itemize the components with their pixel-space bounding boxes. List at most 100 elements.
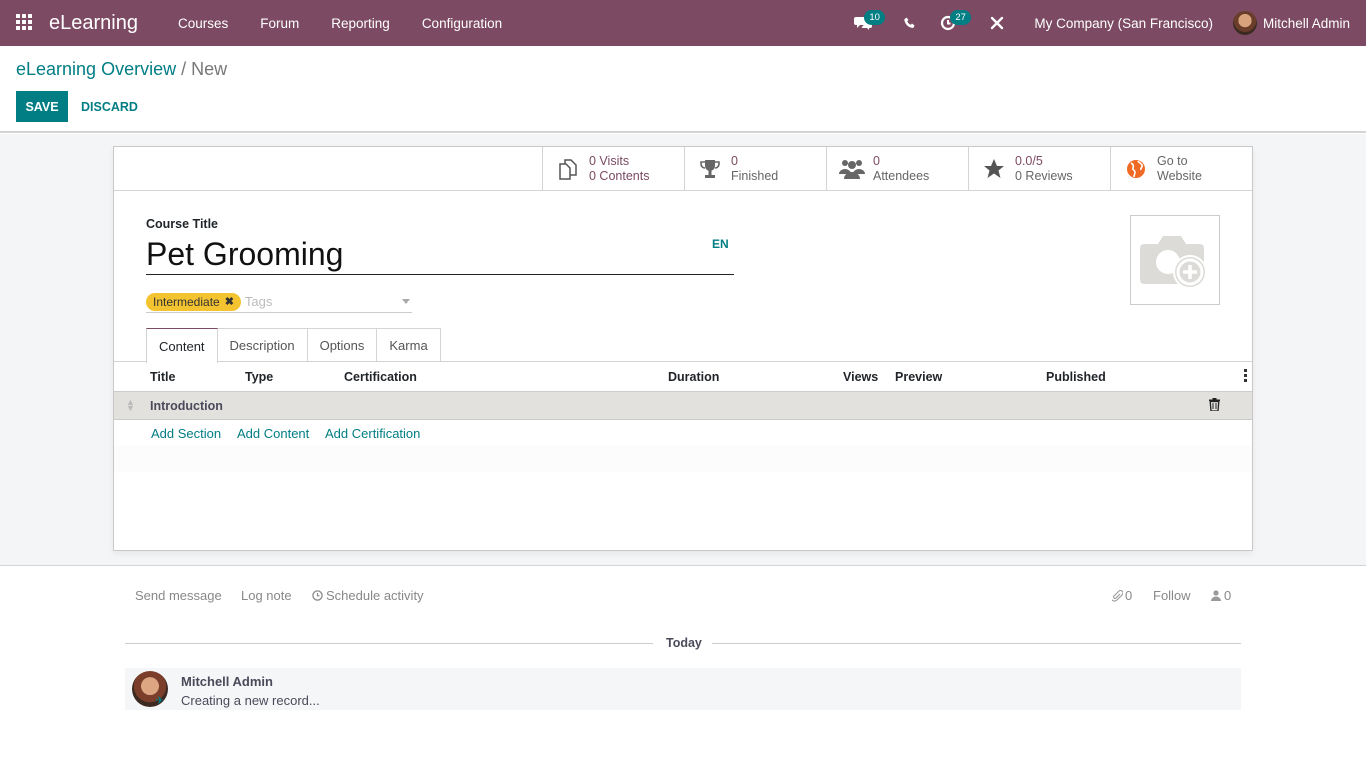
user-icon: [1211, 590, 1221, 601]
log-note-button[interactable]: Log note: [241, 588, 292, 603]
stat-label: 0 Contents: [589, 168, 650, 183]
camera-plus-icon: [1140, 236, 1207, 289]
stat-button-website[interactable]: Go to Website: [1110, 147, 1252, 190]
date-separator: Today: [666, 636, 702, 650]
course-title-input[interactable]: Pet Grooming: [146, 235, 734, 275]
stat-value: Go to: [1157, 153, 1188, 168]
message-body: Creating a new record...: [181, 693, 320, 708]
attachments-button[interactable]: 0: [1112, 588, 1132, 603]
tag-badge: Intermediate ✖: [146, 292, 241, 311]
stat-value: 0: [873, 153, 880, 168]
tab-content[interactable]: Content: [146, 328, 218, 363]
messages-badge: 10: [864, 10, 885, 25]
attachments-count: 0: [1125, 588, 1133, 603]
app-brand[interactable]: eLearning: [49, 12, 138, 35]
tab-karma[interactable]: Karma: [376, 328, 441, 362]
top-navbar: eLearning Courses Forum Reporting Config…: [0, 0, 1366, 46]
date-divider-left: [125, 643, 653, 644]
save-button[interactable]: SAVE: [16, 91, 68, 122]
stat-value: 0.0/5: [1015, 153, 1043, 168]
paperclip-icon: [1112, 589, 1123, 602]
schedule-activity-button[interactable]: Schedule activity: [312, 588, 424, 603]
debug-tools-button[interactable]: [968, 0, 1016, 46]
stat-button-visits[interactable]: 0 Visits 0 Contents: [542, 147, 684, 190]
stat-value: 0 Visits: [589, 153, 630, 168]
globe-icon: [1123, 156, 1149, 182]
tabs-divider: [114, 361, 1252, 362]
followers-count: 0: [1224, 588, 1232, 603]
stat-label: Website: [1157, 168, 1202, 183]
phone-icon: [904, 17, 915, 28]
content-table-header: Title Type Certification Duration Views …: [114, 363, 1252, 391]
form-sheet: 0 Visits 0 Contents 0 Finished 0 Attende…: [113, 146, 1253, 551]
breadcrumb: eLearning Overview / New: [16, 59, 227, 80]
optional-columns-icon[interactable]: [1244, 369, 1247, 382]
messaging-menu[interactable]: 10: [842, 0, 885, 46]
activity-menu[interactable]: 27: [928, 0, 971, 46]
breadcrumb-separator: /: [181, 59, 187, 79]
stat-value: 0: [731, 153, 738, 168]
section-title: Introduction: [150, 399, 223, 413]
voip-button[interactable]: [884, 0, 928, 46]
menu-reporting[interactable]: Reporting: [315, 16, 406, 31]
clock-icon: [312, 590, 323, 601]
send-message-button[interactable]: Send message: [135, 588, 222, 603]
column-header-preview[interactable]: Preview: [895, 370, 942, 384]
stat-label: Attendees: [873, 168, 930, 183]
add-content-link[interactable]: Add Content: [237, 426, 309, 441]
add-line-row: Add Section Add Content Add Certificatio…: [114, 420, 1252, 472]
breadcrumb-current: New: [191, 59, 228, 79]
systray: 10 27 My Company (San Francisco) Mitchel…: [842, 0, 1366, 46]
tab-description[interactable]: Description: [216, 328, 308, 362]
stat-button-attendees[interactable]: 0 Attendees: [826, 147, 968, 190]
tools-icon: [991, 16, 1004, 30]
follow-button[interactable]: Follow: [1153, 588, 1191, 603]
drag-handle-icon[interactable]: ▲ ▼: [126, 398, 135, 413]
menu-configuration[interactable]: Configuration: [406, 16, 518, 31]
menu-forum[interactable]: Forum: [244, 16, 315, 31]
column-header-title[interactable]: Title: [150, 370, 175, 384]
copy-icon: [555, 156, 581, 182]
chatter-message: ✈ Mitchell Admin Creating a new record..…: [125, 668, 1241, 710]
tab-options[interactable]: Options: [306, 328, 378, 362]
column-header-duration[interactable]: Duration: [668, 370, 719, 384]
trash-icon[interactable]: [1209, 398, 1220, 414]
star-icon: [981, 156, 1007, 182]
user-name: Mitchell Admin: [1262, 15, 1350, 31]
add-certification-link[interactable]: Add Certification: [325, 426, 420, 441]
stat-button-box: 0 Visits 0 Contents 0 Finished 0 Attende…: [114, 147, 1252, 191]
tags-field[interactable]: Intermediate ✖ Tags: [146, 291, 412, 313]
stat-button-reviews[interactable]: 0.0/5 0 Reviews: [968, 147, 1110, 190]
table-row[interactable]: ▲ ▼ Introduction: [114, 391, 1252, 420]
discard-button[interactable]: DISCARD: [81, 91, 138, 122]
stat-button-finished[interactable]: 0 Finished: [684, 147, 826, 190]
course-image-upload[interactable]: [1130, 215, 1220, 305]
stat-label: Finished: [731, 168, 779, 183]
translate-button[interactable]: EN: [712, 237, 729, 251]
trophy-icon: [697, 156, 723, 182]
company-switcher[interactable]: My Company (San Francisco): [1016, 16, 1233, 31]
user-menu[interactable]: Mitchell Admin: [1232, 11, 1366, 35]
tag-label: Intermediate: [153, 294, 220, 309]
course-title-label: Course Title: [146, 217, 219, 231]
add-section-link[interactable]: Add Section: [151, 426, 221, 441]
message-author[interactable]: Mitchell Admin: [181, 674, 273, 689]
column-header-certification[interactable]: Certification: [344, 370, 417, 384]
column-header-published[interactable]: Published: [1046, 370, 1106, 384]
column-header-type[interactable]: Type: [245, 370, 273, 384]
caret-down-icon[interactable]: [402, 299, 410, 304]
schedule-activity-label: Schedule activity: [326, 588, 424, 603]
menu-courses[interactable]: Courses: [162, 16, 244, 31]
breadcrumb-parent[interactable]: eLearning Overview: [16, 59, 176, 79]
users-icon: [839, 156, 865, 182]
user-avatar: [1232, 11, 1257, 35]
column-header-views[interactable]: Views: [843, 370, 878, 384]
apps-menu-icon[interactable]: [16, 14, 34, 32]
date-divider-right: [712, 643, 1241, 644]
tags-input[interactable]: Tags: [245, 294, 402, 309]
im-status-icon: ✈: [155, 695, 165, 707]
stat-label: 0 Reviews: [1015, 168, 1073, 183]
form-tabs: Content Description Options Karma: [146, 328, 441, 363]
remove-tag-icon[interactable]: ✖: [225, 295, 234, 308]
followers-button[interactable]: 0: [1211, 588, 1231, 603]
